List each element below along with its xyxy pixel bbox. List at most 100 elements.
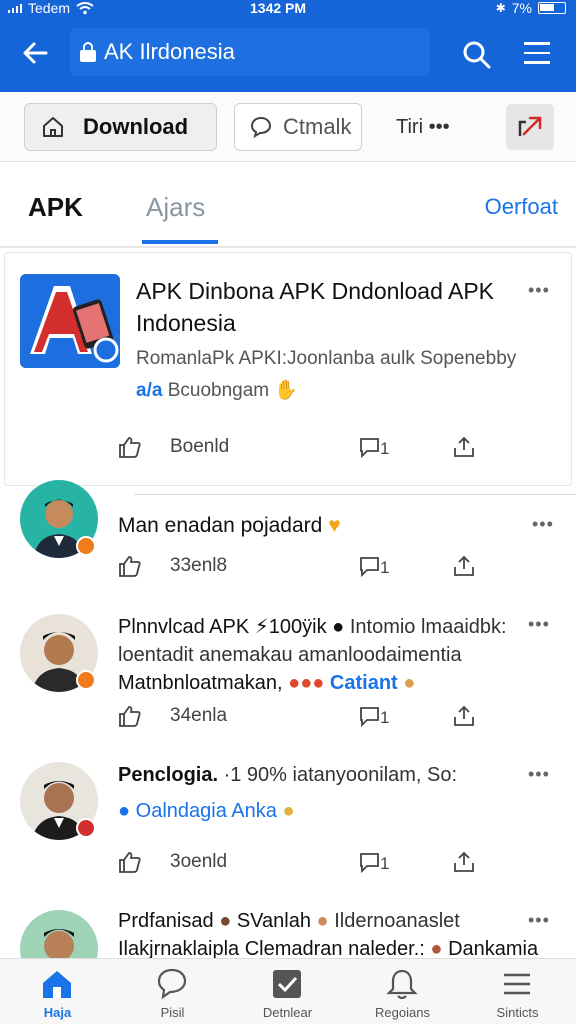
bell-icon [386, 969, 418, 1000]
post-text-line1[interactable]: Prdfanisad ● SVanlah ● Ildernoanaslet [118, 910, 460, 933]
post-line: Ilakjrnaklaipla Clemadran naleder.: [118, 938, 425, 960]
download-button[interactable]: Download [24, 103, 217, 151]
share-icon[interactable] [452, 850, 476, 874]
more-icon[interactable]: ••• [528, 910, 550, 931]
tab-ajars[interactable]: Ajars [146, 192, 205, 223]
svg-text:1: 1 [380, 708, 389, 727]
svg-text:1: 1 [380, 854, 389, 873]
post-line: Penclogia. [118, 764, 219, 786]
status-time: 1342 PM [250, 0, 307, 16]
home-outline-icon [43, 117, 63, 137]
featured-title-line1[interactable]: APK Dinbona APK Dndonload APK [136, 278, 494, 305]
reaction-row: 3oenld 1 [118, 850, 478, 876]
nav-settings[interactable]: Sinticts [460, 959, 575, 1024]
like-icon[interactable] [118, 435, 142, 459]
nav-notifications[interactable]: Regoians [345, 959, 460, 1024]
address-bar[interactable]: AK Ilrdonesia [70, 28, 430, 76]
more-icon[interactable]: ••• [532, 514, 554, 535]
battery-icon [538, 2, 566, 14]
nav-label: Pisil [160, 1005, 185, 1020]
post-text-line2: loentadit anemakau amanloodaimentia [118, 644, 462, 666]
wifi-icon [76, 2, 94, 15]
hamburger-icon [504, 973, 530, 995]
post-line-rest: ·1 90% iatanyoonilam, So: [223, 764, 458, 786]
post-text-line1[interactable]: Plnnvlcad APK ⚡100ÿik ● Intomio lmaaidbk… [118, 614, 507, 639]
reaction-row: 34enla 1 [118, 704, 478, 730]
tab-apk[interactable]: APK [28, 192, 83, 223]
like-icon[interactable] [118, 850, 142, 874]
signal-icon [8, 3, 22, 13]
tab-download-link[interactable]: Oerfoat [485, 194, 558, 220]
home-icon [43, 971, 71, 998]
featured-tag-prefix: a/a [136, 380, 163, 401]
emoji-icon: ● [316, 910, 329, 932]
nav-label: Regoians [375, 1005, 430, 1020]
post-text[interactable]: Man enadan pojadard ♥ [118, 514, 341, 538]
comment-icon [250, 116, 272, 139]
address-text: AK Ilrdonesia [104, 39, 235, 64]
post-line: Prdfanisad [118, 910, 214, 932]
comment-count-icon[interactable]: 1 [358, 554, 392, 578]
post-tag[interactable]: Oalndagia Anka [136, 800, 277, 822]
share-button[interactable] [506, 104, 554, 150]
like-count: 34enla [170, 705, 228, 726]
nav-label: Haja [43, 1005, 72, 1020]
comment-count-icon[interactable]: 1 [358, 704, 392, 728]
heart-emoji-icon: ♥ [328, 514, 341, 537]
more-options-link[interactable]: Tiri ••• [396, 116, 450, 139]
post-line: Man enadan pojadard [118, 514, 323, 537]
comment-count-icon[interactable]: 1 [358, 435, 392, 459]
post-line: Plnnvlcad APK ⚡100ÿik [118, 616, 327, 638]
bottom-nav: Haja Pisil Detnlear Regoians Sinticts [0, 958, 576, 1024]
share-icon[interactable] [452, 435, 476, 459]
svg-text:1: 1 [380, 439, 389, 458]
like-icon[interactable] [118, 554, 142, 578]
verified-badge-icon [76, 818, 96, 838]
post-line-mid: SVanlah [236, 910, 311, 932]
like-count: Boenld [170, 436, 230, 457]
verified-badge-icon [76, 670, 96, 690]
share-icon[interactable] [452, 554, 476, 578]
more-icon[interactable]: ••• [528, 764, 550, 785]
carrier-name: Tedem [28, 0, 71, 16]
comment-button[interactable]: Ctmalk [234, 103, 362, 151]
checkbox-icon [273, 970, 301, 998]
reaction-row: 33enl8 1 [118, 554, 478, 580]
app-icon[interactable] [20, 274, 120, 368]
featured-more-icon[interactable]: ••• [528, 280, 550, 301]
nav-home[interactable]: Haja [0, 959, 115, 1024]
menu-icon[interactable] [524, 42, 550, 66]
active-tab-indicator [142, 240, 218, 244]
post-line-right: Intomio lmaaidbk: [349, 616, 507, 638]
bluetooth-icon: ✱ [495, 1, 506, 15]
action-row: Download Ctmalk Tiri ••• [0, 92, 576, 162]
comment-label: Ctmalk [283, 114, 352, 139]
search-icon[interactable] [462, 40, 492, 70]
post-text-line1[interactable]: Penclogia. ·1 90% iatanyoonilam, So: [118, 764, 457, 787]
face-emoji-icon: ● [282, 800, 295, 822]
face-emoji-icon: ● [403, 672, 416, 694]
post-line-right: Ildernoanaslet [334, 910, 460, 932]
post-line: Matnbnloatmakan, [118, 672, 283, 694]
post-line-right: Dankamia [448, 938, 539, 960]
nav-label: Detnlear [262, 1005, 313, 1020]
share-icon[interactable] [452, 704, 476, 728]
ninja-emoji-icon: ● [332, 616, 345, 638]
nav-chat[interactable]: Pisil [115, 959, 230, 1024]
featured-subtitle: RomanlaPk APKI:Joonlanba aulk Sopenebby [136, 348, 517, 369]
nav-label: Sinticts [496, 1005, 539, 1020]
svg-text:1: 1 [380, 558, 389, 577]
status-bar: Tedem 1342 PM ✱ 7% [0, 0, 576, 18]
chat-bubble-icon [157, 968, 187, 1000]
nav-detail[interactable]: Detnlear [230, 959, 345, 1024]
post-tag[interactable]: Catiant [330, 672, 398, 694]
tab-bar: APK Ajars Oerfoat [0, 162, 576, 248]
comment-count-icon[interactable]: 1 [358, 850, 392, 874]
more-icon[interactable]: ••• [528, 614, 550, 635]
emoji-cluster-icon: ●●● [288, 672, 325, 694]
featured-title-line2[interactable]: Indonesia [136, 310, 236, 337]
like-count: 33enl8 [170, 555, 228, 576]
chat-emoji-icon: ● [118, 800, 131, 822]
back-arrow-icon[interactable] [20, 38, 50, 68]
like-icon[interactable] [118, 704, 142, 728]
